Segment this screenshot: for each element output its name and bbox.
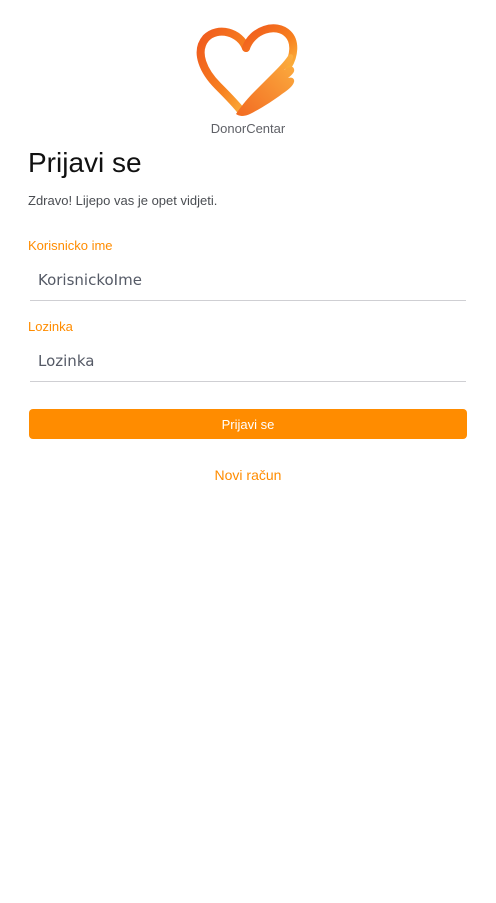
- username-field-container: [30, 260, 466, 301]
- page-title: Prijavi se: [28, 147, 142, 178]
- new-account-link[interactable]: Novi račun: [0, 467, 496, 483]
- password-input[interactable]: [30, 341, 466, 381]
- heart-hand-icon: [196, 20, 300, 118]
- username-input[interactable]: [30, 260, 466, 300]
- password-field-container: [30, 341, 466, 382]
- login-button[interactable]: Prijavi se: [29, 409, 467, 439]
- welcome-subtitle: Zdravo! Lijepo vas je opet vidjeti.: [28, 193, 218, 208]
- password-label: Lozinka: [28, 319, 73, 334]
- brand-name: DonorCentar: [210, 121, 286, 136]
- username-label: Korisnicko ime: [28, 238, 113, 253]
